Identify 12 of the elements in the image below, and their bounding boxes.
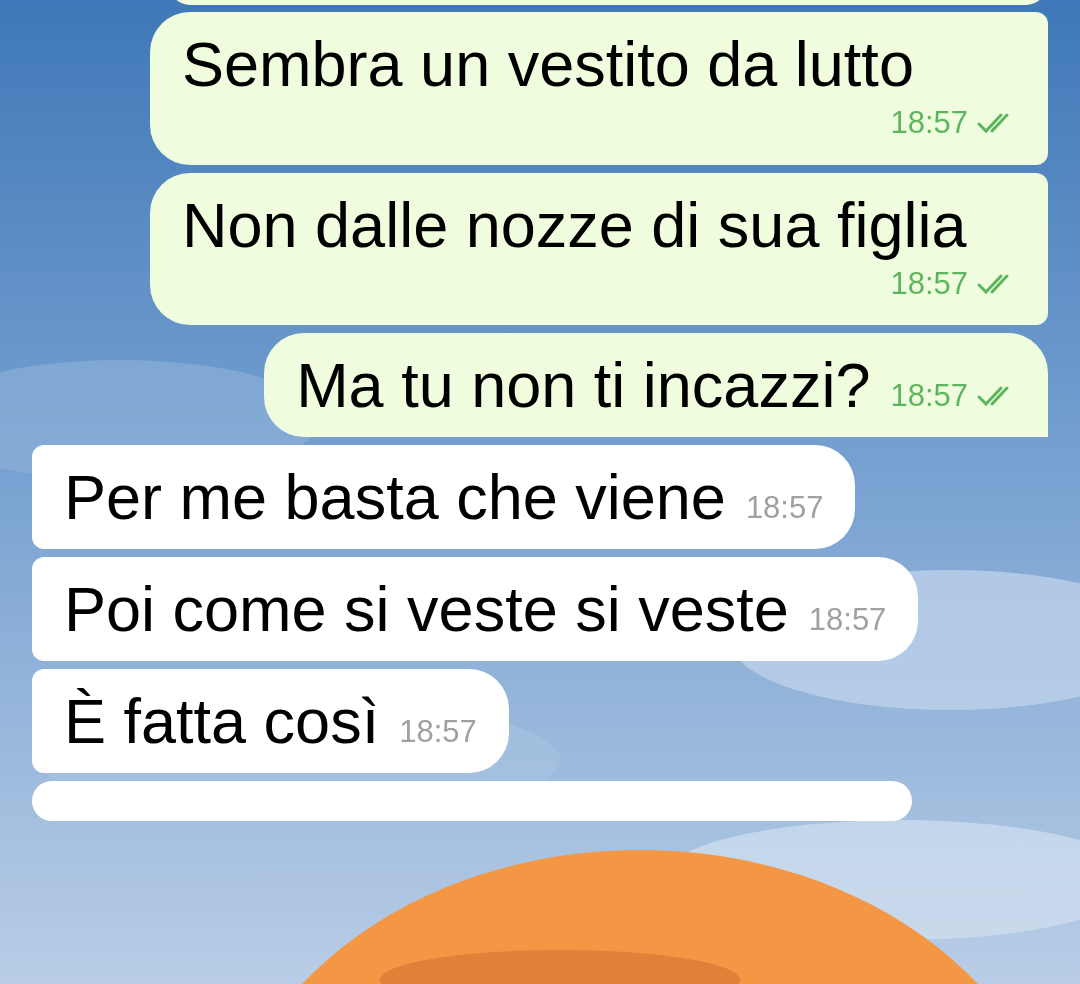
- message-time: 18:57: [890, 264, 968, 303]
- message-text: Ma tu non ti incazzi?: [296, 349, 871, 421]
- message-time: 18:57: [745, 488, 824, 527]
- message-time: 18:57: [808, 600, 887, 639]
- message-text: È fatta così: [64, 685, 380, 757]
- message-time: 18:57: [890, 376, 968, 415]
- message-text: Sembra un vestito da lutto: [182, 28, 914, 100]
- message-time: 18:57: [890, 104, 968, 142]
- message-text: Non dalle nozze di sua figlia: [182, 188, 967, 261]
- message-text: Poi come si veste si veste: [64, 573, 789, 645]
- message-text: Per me basta che viene: [64, 461, 726, 533]
- message-time: 18:57: [399, 712, 477, 751]
